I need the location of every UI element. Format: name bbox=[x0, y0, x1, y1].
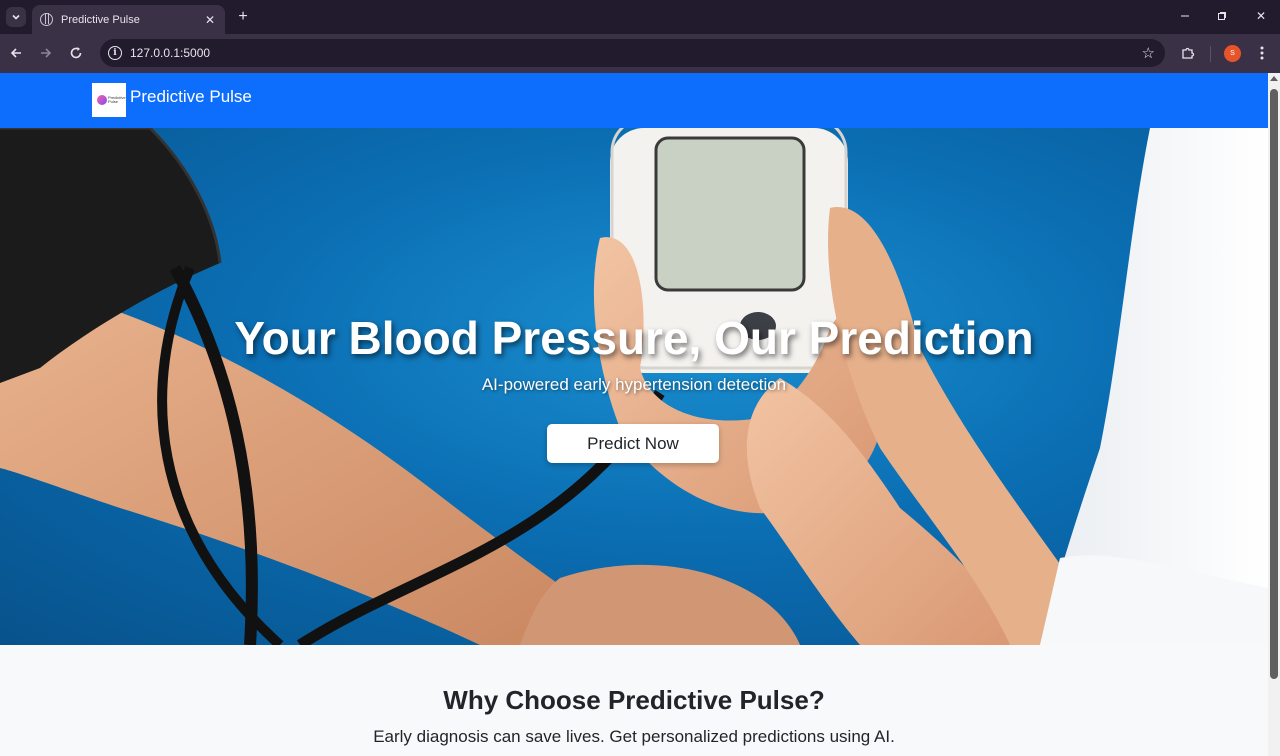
why-choose-section: Why Choose Predictive Pulse? Early diagn… bbox=[0, 645, 1268, 756]
hero-title: Your Blood Pressure, Our Prediction bbox=[234, 312, 1034, 364]
info-icon[interactable]: i bbox=[108, 46, 122, 60]
browser-tab-strip: Predictive Pulse ✕ + ✕ bbox=[0, 0, 1280, 34]
logo-text: Predictive Pulse bbox=[108, 95, 126, 104]
kebab-menu-icon[interactable] bbox=[1254, 44, 1270, 62]
close-icon[interactable]: ✕ bbox=[203, 13, 217, 27]
tab-title: Predictive Pulse bbox=[61, 13, 140, 26]
chevron-down-icon[interactable] bbox=[6, 7, 26, 27]
brand-logo[interactable]: Predictive Pulse bbox=[92, 83, 126, 117]
why-title: Why Choose Predictive Pulse? bbox=[443, 685, 825, 715]
arrow-right-icon[interactable] bbox=[36, 43, 56, 63]
logo-mark bbox=[97, 95, 107, 105]
brand-name-link[interactable]: Predictive Pulse bbox=[130, 87, 252, 107]
why-text: Early diagnosis can save lives. Get pers… bbox=[373, 727, 895, 746]
scroll-up-arrow-icon[interactable] bbox=[1270, 76, 1278, 81]
puzzle-icon[interactable] bbox=[1180, 44, 1196, 60]
page-viewport: Predictive Pulse Predictive Pulse Your B… bbox=[0, 73, 1268, 756]
hero-subtitle: AI-powered early hypertension detection bbox=[481, 375, 787, 394]
globe-icon bbox=[40, 13, 53, 26]
star-icon[interactable]: ☆ bbox=[1142, 44, 1155, 62]
hero-content: Your Blood Pressure, Our Prediction AI-p… bbox=[0, 128, 1268, 645]
plus-icon[interactable]: + bbox=[233, 7, 253, 27]
minimize-icon[interactable] bbox=[1173, 6, 1197, 26]
window-close-icon[interactable]: ✕ bbox=[1249, 6, 1273, 26]
arrow-left-icon[interactable] bbox=[6, 43, 26, 63]
page-scrollbar[interactable] bbox=[1268, 73, 1280, 756]
address-bar[interactable]: i 127.0.0.1:5000 ☆ bbox=[100, 39, 1165, 67]
reload-icon[interactable] bbox=[66, 43, 86, 63]
toolbar-divider bbox=[1210, 46, 1211, 62]
hero-section: Your Blood Pressure, Our Prediction AI-p… bbox=[0, 128, 1268, 645]
browser-tab[interactable]: Predictive Pulse ✕ bbox=[32, 5, 225, 34]
browser-toolbar: i 127.0.0.1:5000 ☆ S bbox=[0, 34, 1280, 73]
restore-icon[interactable] bbox=[1210, 6, 1234, 26]
site-navbar: Predictive Pulse Predictive Pulse bbox=[0, 73, 1268, 128]
url-text[interactable]: 127.0.0.1:5000 bbox=[130, 46, 1142, 60]
scroll-thumb[interactable] bbox=[1270, 89, 1278, 679]
predict-now-button[interactable]: Predict Now bbox=[547, 424, 719, 463]
profile-avatar[interactable]: S bbox=[1224, 45, 1241, 62]
